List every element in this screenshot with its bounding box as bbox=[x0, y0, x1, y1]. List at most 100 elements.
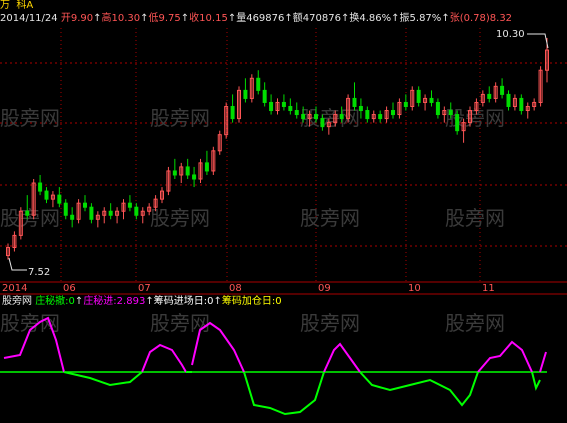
candle bbox=[134, 203, 139, 220]
candle bbox=[172, 158, 177, 180]
candle bbox=[38, 174, 43, 196]
candle bbox=[525, 102, 530, 119]
indicator-name: 股旁网 bbox=[2, 296, 32, 307]
x-axis-label: 10 bbox=[408, 283, 421, 294]
candle bbox=[397, 98, 402, 119]
stock-chart[interactable]: 股旁网 股旁网 股旁网 股旁网股旁网 股旁网 股旁网 股旁网股旁网 股旁网 股旁网 股旁网 201… bbox=[0, 0, 567, 423]
candle bbox=[179, 162, 184, 184]
candle bbox=[211, 146, 216, 175]
candle bbox=[217, 130, 222, 155]
candle bbox=[538, 66, 543, 107]
candle bbox=[50, 191, 55, 208]
candle bbox=[83, 195, 87, 212]
candle bbox=[204, 150, 209, 175]
candle bbox=[480, 90, 485, 107]
candle bbox=[423, 94, 428, 111]
candle bbox=[391, 102, 395, 119]
indicator-green-line bbox=[243, 371, 325, 416]
candle bbox=[31, 179, 36, 220]
watermark-text: 股旁网 bbox=[445, 311, 505, 335]
candle bbox=[384, 106, 389, 123]
candle bbox=[12, 231, 17, 252]
indicator-legend: 股旁网 庄秘撤:0↑庄秘进:2.893↑筹码进场日:0↑筹码加仓日:0 bbox=[2, 296, 282, 308]
indicator-item-withdraw: 庄秘撤:0 bbox=[35, 296, 75, 307]
candle bbox=[224, 102, 229, 139]
candle bbox=[500, 78, 505, 99]
candle bbox=[281, 94, 286, 111]
indicator-green-line bbox=[531, 371, 541, 391]
candle bbox=[493, 82, 498, 103]
candle bbox=[76, 199, 81, 224]
candle bbox=[160, 187, 164, 204]
candle bbox=[519, 94, 524, 115]
watermark-text: 股旁网 bbox=[150, 206, 210, 230]
candle bbox=[506, 90, 511, 111]
candle bbox=[275, 98, 280, 115]
x-axis-label: 2014 bbox=[2, 283, 27, 294]
candle bbox=[115, 207, 120, 224]
candle bbox=[487, 86, 492, 103]
price-grid bbox=[0, 28, 567, 295]
candle bbox=[108, 203, 113, 220]
low-price-marker: 7.52 bbox=[28, 267, 50, 278]
indicator-green-line bbox=[359, 371, 479, 407]
watermark-text: 股旁网 bbox=[300, 311, 360, 335]
indicator-item-entry-day: 筹码进场日:0 bbox=[153, 296, 214, 307]
indicator-item-add-day: 筹码加仓日:0 bbox=[221, 296, 282, 307]
x-axis: 2014 06 07 08 09 10 11 bbox=[2, 283, 495, 294]
candle bbox=[256, 70, 261, 95]
candle bbox=[512, 94, 517, 111]
indicator-item-enter: 庄秘进:2.893 bbox=[83, 296, 146, 307]
indicator-magenta-line bbox=[141, 343, 187, 373]
candle bbox=[185, 158, 190, 180]
candle bbox=[365, 106, 370, 123]
candle bbox=[455, 110, 460, 135]
candle bbox=[102, 207, 107, 224]
watermark-text: 股旁网 bbox=[0, 106, 60, 130]
candle bbox=[95, 211, 100, 228]
candle bbox=[288, 98, 293, 115]
candle bbox=[262, 82, 267, 107]
candle bbox=[346, 94, 351, 123]
arrow-up-icon: ↑ bbox=[213, 296, 222, 307]
x-axis-label: 07 bbox=[138, 283, 151, 294]
x-axis-label: 08 bbox=[229, 283, 242, 294]
candle bbox=[166, 166, 171, 196]
candle bbox=[57, 187, 62, 208]
candle bbox=[532, 98, 537, 111]
candle bbox=[44, 187, 49, 204]
candle bbox=[435, 98, 440, 119]
watermark-text: 股旁网 bbox=[150, 311, 210, 335]
candle bbox=[403, 94, 408, 111]
x-axis-label: 06 bbox=[63, 283, 76, 294]
candle bbox=[63, 199, 68, 220]
candle bbox=[352, 82, 357, 111]
candle bbox=[249, 74, 254, 103]
candle bbox=[198, 158, 203, 184]
watermark-text: 股旁网 bbox=[445, 206, 505, 230]
high-marker-leader bbox=[527, 33, 549, 49]
candle bbox=[192, 166, 197, 188]
indicator-magenta-line bbox=[539, 351, 547, 373]
candle bbox=[243, 78, 248, 103]
x-axis-label: 09 bbox=[318, 283, 331, 294]
low-marker-leader bbox=[8, 257, 27, 271]
candle bbox=[269, 94, 274, 115]
candle bbox=[416, 86, 421, 107]
candle bbox=[410, 86, 415, 111]
candle bbox=[237, 86, 241, 123]
candle bbox=[230, 94, 235, 123]
candle bbox=[461, 118, 466, 143]
watermark-text: 股旁网 bbox=[0, 206, 60, 230]
watermark-text: 股旁网 bbox=[300, 206, 360, 230]
candle bbox=[429, 90, 434, 107]
indicator-magenta-line bbox=[323, 342, 361, 373]
indicator-magenta-line bbox=[477, 340, 533, 373]
candle bbox=[378, 110, 383, 123]
watermark-text: 股旁网 bbox=[150, 106, 210, 130]
high-price-marker: 10.30 bbox=[496, 29, 525, 40]
candle bbox=[140, 207, 145, 224]
candle bbox=[121, 199, 126, 220]
candle bbox=[127, 195, 132, 212]
x-axis-label: 11 bbox=[482, 283, 495, 294]
